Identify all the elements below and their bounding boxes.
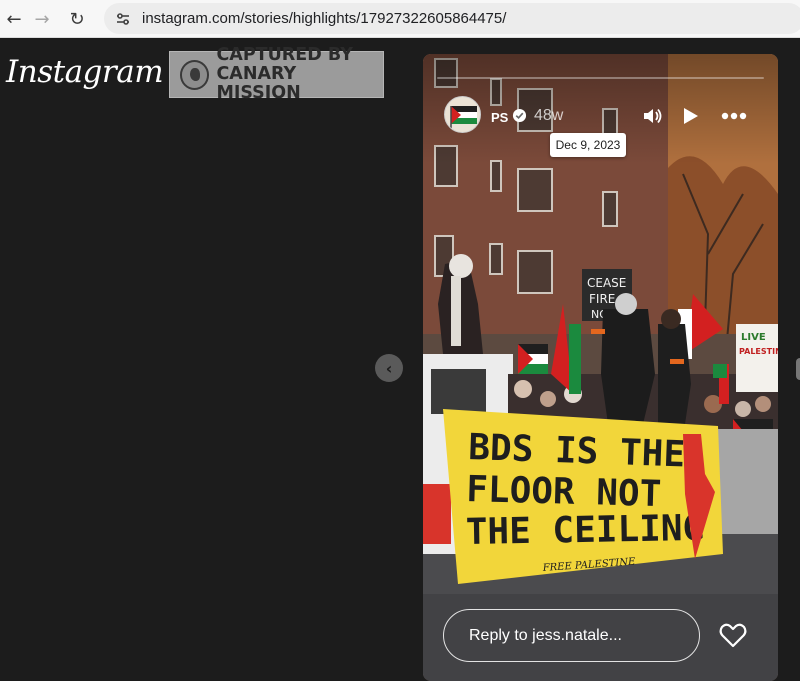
side-sign-line-1: LIVE [741,332,766,343]
url-text: instagram.com/stories/highlights/1792732… [142,10,507,27]
volume-icon [644,108,662,124]
reply-placeholder: Reply to jess.natale... [469,626,622,644]
arrow-right-icon: → [34,8,50,30]
story-progress-bar [437,77,764,79]
site-info-button[interactable] [112,8,134,30]
sign-line-2: FIRE [589,292,615,306]
tune-icon [117,12,129,25]
banner-line-3: THE CEILING [465,508,704,553]
watermark-stamp: CAPTURED BY CANARY MISSION [169,46,384,103]
date-tooltip: Dec 9, 2023 [550,133,626,157]
like-button[interactable] [718,620,748,650]
reload-icon: ↻ [69,8,85,30]
forward-button[interactable]: → [30,7,54,31]
reply-input[interactable]: Reply to jess.natale... [443,609,700,662]
address-bar[interactable]: instagram.com/stories/highlights/1792732… [104,3,800,34]
bird-seal-icon [180,59,210,90]
watermark-line-1: CAPTURED BY [216,45,353,65]
play-icon [684,108,698,124]
back-button[interactable]: ← [2,7,26,31]
side-sign-line-2: PALESTINE [739,347,778,356]
chevron-left-icon: ‹ [385,358,393,378]
previous-story-button[interactable]: ‹ [375,354,403,382]
story-username[interactable]: PS [491,110,508,125]
banner-line-1: BDS IS THE [468,427,686,476]
watermark-line-2: CANARY MISSION [216,64,301,103]
instagram-logo[interactable]: Instagram [6,54,164,90]
story-card[interactable]: LIVE PALESTINE CEASE FIRE NOW BDS IS THE… [423,54,778,681]
browser-toolbar: ← → ↻ instagram.com/stories/highlights/1… [0,0,800,38]
sign-line-1: CEASE [587,276,626,290]
more-options-button[interactable] [720,104,748,128]
more-icon [721,112,747,120]
story-time-ago[interactable]: 48w [534,107,563,125]
reload-button[interactable]: ↻ [65,7,89,31]
mute-button[interactable] [640,104,664,128]
arrow-left-icon: ← [6,8,22,30]
heart-icon [719,623,747,648]
verified-badge-icon [512,108,527,123]
next-story-button[interactable] [796,358,800,380]
play-button[interactable] [678,104,702,128]
avatar[interactable] [444,96,481,133]
